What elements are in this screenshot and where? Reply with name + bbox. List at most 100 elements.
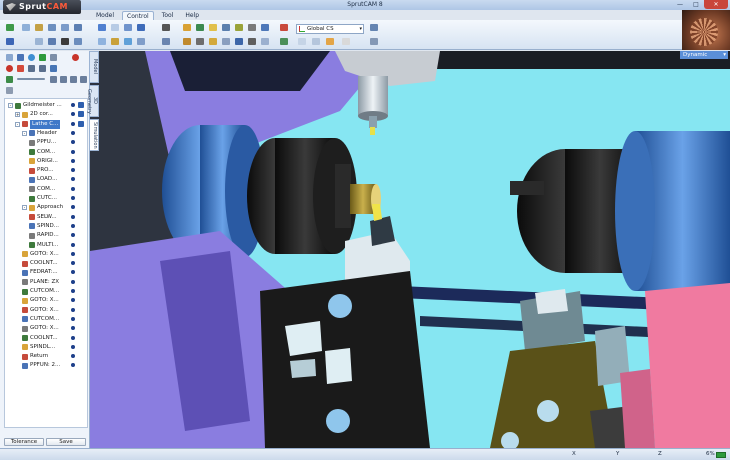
tree-row[interactable]: MULTI... <box>29 241 75 250</box>
tab-control[interactable]: Control <box>122 11 154 20</box>
view-iso-button[interactable] <box>59 36 71 47</box>
cs-axis-button[interactable] <box>278 36 290 47</box>
tree-row[interactable]: PPFU... <box>29 138 75 147</box>
dimension-button[interactable] <box>310 36 322 47</box>
tree-expander[interactable]: - <box>15 121 20 127</box>
materials-button[interactable] <box>194 22 206 33</box>
tree-row[interactable]: Return <box>22 352 75 361</box>
hidden-lines-button[interactable] <box>122 22 134 33</box>
play-icon[interactable] <box>6 87 13 94</box>
tree-row[interactable]: GOTO: X... <box>22 306 75 315</box>
tree-expander[interactable]: - <box>22 130 27 136</box>
tree-row[interactable]: - Header <box>22 129 75 138</box>
display-machine-button[interactable] <box>122 36 134 47</box>
layers-button[interactable] <box>181 22 193 33</box>
machine-record-icon[interactable] <box>72 54 79 61</box>
tree-row[interactable]: - Approach <box>22 203 75 212</box>
pan-button[interactable] <box>33 22 45 33</box>
view-mode-select[interactable]: Dynamic ▾ <box>680 51 728 59</box>
zoom-window-button[interactable] <box>59 22 71 33</box>
note-button[interactable] <box>324 36 336 47</box>
save-button[interactable]: Save <box>46 438 86 446</box>
view-top-button[interactable] <box>46 36 58 47</box>
scale-button[interactable] <box>246 36 258 47</box>
tool-path-icon[interactable] <box>50 54 57 61</box>
minimize-button[interactable]: — <box>672 0 688 9</box>
options-button[interactable] <box>368 22 380 33</box>
app-logo[interactable]: SprutCAM <box>3 0 81 14</box>
tree-row[interactable]: ORIGI... <box>29 157 75 166</box>
tree-row[interactable]: GOTO: X... <box>22 250 75 259</box>
bookmark-button[interactable] <box>194 36 206 47</box>
transform-button[interactable] <box>220 36 232 47</box>
tree-row[interactable]: COM... <box>29 148 75 157</box>
tree-row[interactable]: SELW... <box>29 213 75 222</box>
coordinate-system-select[interactable]: Global CS ▾ <box>296 24 364 34</box>
display-stock-button[interactable] <box>109 36 121 47</box>
tolerance-button[interactable]: Tolerance <box>4 438 44 446</box>
zoom-button[interactable] <box>46 22 58 33</box>
tree-row[interactable]: SPINDL... <box>22 343 75 352</box>
visibility-toggle-icon[interactable] <box>78 120 84 127</box>
tree-row[interactable]: CUTCOM... <box>22 315 75 324</box>
tree-row[interactable]: PRO... <box>29 166 75 175</box>
wrench-icon[interactable] <box>368 36 380 47</box>
text-tool-button[interactable] <box>296 36 308 47</box>
camera-button[interactable] <box>160 22 172 33</box>
step-mode-icon[interactable] <box>6 54 13 61</box>
visibility-toggle-icon[interactable] <box>78 102 84 108</box>
select-button[interactable] <box>20 22 32 33</box>
tree-expander[interactable]: + <box>15 112 20 118</box>
shade-mode-button[interactable] <box>96 22 108 33</box>
tree-row[interactable]: RAPID... <box>29 231 75 240</box>
tree-row[interactable]: +2D cor... <box>15 110 84 119</box>
tree-row[interactable]: PPFUN: 2... <box>22 361 75 370</box>
transparency-button[interactable] <box>135 22 147 33</box>
record-button[interactable] <box>160 36 172 47</box>
play-slider-icon[interactable] <box>6 76 13 83</box>
tree-expander[interactable]: - <box>22 205 27 211</box>
model-tree-button[interactable] <box>181 36 193 47</box>
fast-forward-icon[interactable] <box>80 76 87 83</box>
wireframe-button[interactable] <box>109 22 121 33</box>
tree-row[interactable]: - Lathe C... <box>15 119 84 129</box>
display-tool-button[interactable] <box>96 36 108 47</box>
tab-tool[interactable]: Tool <box>158 11 178 20</box>
stop-icon[interactable] <box>6 65 13 72</box>
tab-simulation[interactable]: Simulation <box>89 119 99 151</box>
settings-icon[interactable] <box>50 65 57 72</box>
tab-model[interactable]: Model <box>92 11 118 20</box>
tree-row[interactable]: CUTC... <box>29 194 75 203</box>
tab-model-panel[interactable]: Model <box>89 51 99 83</box>
tree-row[interactable]: COOLNT... <box>22 259 75 268</box>
3d-viewport[interactable] <box>90 51 730 448</box>
align-button[interactable] <box>259 36 271 47</box>
tree-row[interactable]: - Gildmeister ... <box>8 101 84 110</box>
close-button[interactable]: ✕ <box>704 0 728 9</box>
tree-row[interactable]: SPIND... <box>29 222 75 231</box>
tree-row[interactable]: FEDRAT:... <box>22 268 75 277</box>
tree-row[interactable]: COM... <box>29 185 75 194</box>
tree-row[interactable]: GOTO: X... <box>22 324 75 333</box>
tree-expander[interactable]: - <box>8 103 13 108</box>
maximize-button[interactable]: □ <box>688 0 704 9</box>
tree-row[interactable]: PLANE: ZX <box>22 278 75 287</box>
save-project-button[interactable] <box>4 36 16 47</box>
visibility-toggle-icon[interactable] <box>78 111 84 118</box>
rewind-icon[interactable] <box>50 76 57 83</box>
help-pointer-button[interactable] <box>340 36 352 47</box>
list-alt-icon[interactable] <box>39 65 46 72</box>
fit-view-button[interactable] <box>72 22 84 33</box>
list-icon[interactable] <box>28 65 35 72</box>
lights-button[interactable] <box>207 22 219 33</box>
filter-button[interactable] <box>207 36 219 47</box>
stock-toggle-icon[interactable] <box>28 54 35 61</box>
display-axes-button[interactable] <box>135 36 147 47</box>
rotate-button[interactable] <box>33 36 45 47</box>
tree-row[interactable]: LOAD... <box>29 175 75 184</box>
tree-row[interactable]: CUTCOM... <box>22 287 75 296</box>
tree-row[interactable]: GOTO: X... <box>22 296 75 305</box>
cancel-icon[interactable] <box>17 65 24 72</box>
tree-row[interactable]: COOLNT... <box>22 334 75 343</box>
step-back-icon[interactable] <box>60 76 67 83</box>
